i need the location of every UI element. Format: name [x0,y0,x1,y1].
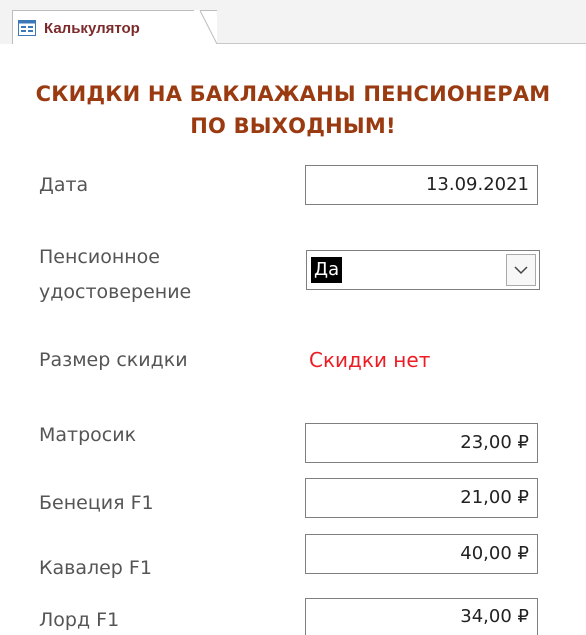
form-icon [18,20,36,36]
discount-value: Скидки нет [309,348,431,372]
pension-label-line-2: удостоверение [39,281,192,303]
item-price-benecia[interactable]: 21,00 ₽ [305,478,538,518]
document-tab-bar: Калькулятор [0,0,586,44]
pension-label-line-1: Пенсионное [39,246,160,268]
form-title-line-1: СКИДКИ НА БАКЛАЖАНЫ ПЕНСИОНЕРАМ [35,82,551,106]
item-label-kavaler: Кавалер F1 [39,557,152,579]
tab-edge [194,10,218,44]
tab-label: Калькулятор [44,20,140,37]
pension-combobox[interactable]: Да [306,250,540,290]
item-price-kavaler[interactable]: 40,00 ₽ [305,534,538,574]
item-price-matrosik[interactable]: 23,00 ₽ [305,423,538,463]
item-label-benecia: Бенеция F1 [39,492,154,514]
discount-label: Размер скидки [39,349,188,371]
pension-selected-value: Да [311,257,343,283]
pension-dropdown-button[interactable] [506,254,536,286]
date-field[interactable]: 13.09.2021 [305,165,538,205]
form-title-line-2: ПО ВЫХОДНЫМ! [190,114,396,138]
form-title: СКИДКИ НА БАКЛАЖАНЫ ПЕНСИОНЕРАМ ПО ВЫХОД… [0,78,586,142]
item-price-lord[interactable]: 34,00 ₽ [305,598,538,635]
item-label-matrosik: Матросик [39,424,137,446]
chevron-down-icon [514,266,528,275]
item-label-lord: Лорд F1 [39,609,120,631]
date-label: Дата [39,174,89,196]
tab-calculator[interactable]: Калькулятор [12,10,217,44]
